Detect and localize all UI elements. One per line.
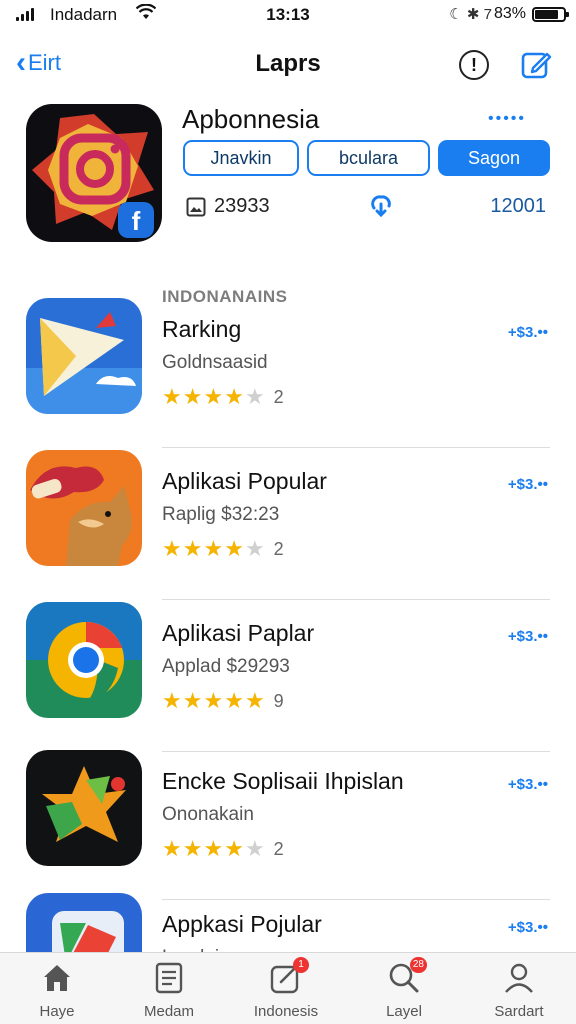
app-price-button[interactable]: +$3.•• — [508, 476, 548, 493]
status-bar: Indadarn 13:13 ☾ ✱ 7 83% — [0, 0, 576, 30]
more-options-button[interactable]: ••••• — [488, 110, 526, 128]
search-icon: 28 — [387, 957, 427, 995]
tab-label: Layel — [386, 1003, 422, 1020]
battery-icon — [532, 7, 569, 22]
app-price-button[interactable]: +$3.•• — [508, 324, 548, 341]
app-price-button[interactable]: +$3.•• — [508, 919, 548, 936]
row-divider — [162, 447, 550, 448]
news-icon — [152, 961, 186, 995]
updates-icon: 1 — [269, 957, 309, 995]
app-rating: ★★★★★ 9 — [162, 688, 285, 714]
compose-button[interactable] — [520, 50, 552, 80]
rating-count: 2 — [273, 538, 285, 559]
status-indicators: ☾ ✱ 7 — [449, 6, 492, 23]
featured-button-1[interactable]: Jnavkin — [183, 140, 299, 176]
account-icon — [502, 961, 536, 995]
exclamation-icon: ! — [471, 55, 477, 75]
row-divider — [162, 599, 550, 600]
leaf-app-icon — [26, 750, 142, 866]
notification-badge: 1 — [293, 957, 309, 973]
featured-app-name: Apbonnesia — [182, 104, 320, 134]
app-list-item[interactable]: Aplikasi Popular Raplig $32:23 ★★★★★ 2 +… — [0, 450, 576, 600]
tab-search[interactable]: 28 Layel — [354, 957, 454, 1020]
star-rating-icon: ★★★★★ — [162, 688, 266, 713]
app-name: Rarking — [162, 316, 242, 342]
tab-label: Haye — [39, 1003, 75, 1020]
app-list-item[interactable]: Encke Soplisaii Ihpislan Ononakain ★★★★★… — [0, 750, 576, 900]
featured-get-button[interactable]: Sagon — [438, 140, 550, 176]
rating-count: 2 — [273, 838, 285, 859]
app-subtitle: Applad $29293 — [162, 656, 290, 677]
navigation-bar: ‹ Eirt Laprs ! — [0, 40, 576, 88]
image-icon — [186, 197, 206, 216]
tab-label: Sardart — [494, 1003, 544, 1020]
tab-home[interactable]: Haye — [7, 961, 107, 1020]
featured-right-value: 12001 — [490, 195, 546, 217]
featured-button-2[interactable]: bculara — [307, 140, 430, 176]
notification-badge: 28 — [409, 957, 427, 973]
app-price-button[interactable]: +$3.•• — [508, 776, 548, 793]
app-list-item[interactable]: Rarking Goldnsaasid ★★★★★ 2 +$3.•• — [0, 298, 576, 448]
featured-meta: 23933 — [186, 195, 270, 218]
app-name: Aplikasi Popular — [162, 468, 327, 494]
browser-app-icon — [26, 602, 142, 718]
app-rating: ★★★★★ 2 — [162, 384, 285, 410]
tab-account[interactable]: Sardart — [469, 961, 569, 1020]
home-icon — [40, 961, 74, 995]
page-title: Laprs — [255, 50, 321, 77]
paper-plane-app-icon — [26, 298, 142, 414]
download-cloud-icon[interactable] — [366, 192, 396, 218]
tab-news[interactable]: Medam — [119, 961, 219, 1020]
app-rating: ★★★★★ 2 — [162, 536, 285, 562]
tab-label: Indonesis — [253, 1003, 319, 1020]
tab-label: Medam — [143, 1003, 195, 1020]
app-list-item[interactable]: Aplikasi Paplar Applad $29293 ★★★★★ 9 +$… — [0, 602, 576, 752]
featured-meta-value: 23933 — [214, 195, 270, 217]
app-name: Encke Soplisaii Ihpislan — [162, 768, 404, 794]
star-rating-icon: ★★★★★ — [162, 536, 266, 561]
app-name: Appkasi Pojular — [162, 911, 322, 937]
tab-updates[interactable]: 1 Indonesis — [236, 957, 336, 1020]
featured-app-icon[interactable]: f — [26, 104, 162, 242]
dog-game-app-icon — [26, 450, 142, 566]
battery-percent: 83% — [493, 5, 526, 22]
app-subtitle: Goldnsaasid — [162, 352, 268, 373]
rating-count: 2 — [273, 386, 285, 407]
app-subtitle: Raplig $32:23 — [162, 504, 280, 525]
info-button[interactable]: ! — [459, 50, 489, 80]
app-rating: ★★★★★ 2 — [162, 836, 285, 862]
app-name: Aplikasi Paplar — [162, 620, 315, 646]
app-price-button[interactable]: +$3.•• — [508, 628, 548, 645]
tab-bar: Haye Medam 1 Indonesis 28 Layel Sardart — [0, 952, 576, 1024]
svg-text:f: f — [132, 206, 141, 236]
app-subtitle: Ononakain — [162, 804, 254, 825]
compose-icon — [521, 52, 552, 79]
star-rating-icon: ★★★★★ — [162, 384, 266, 409]
rating-count: 9 — [273, 690, 285, 711]
star-rating-icon: ★★★★★ — [162, 836, 266, 861]
